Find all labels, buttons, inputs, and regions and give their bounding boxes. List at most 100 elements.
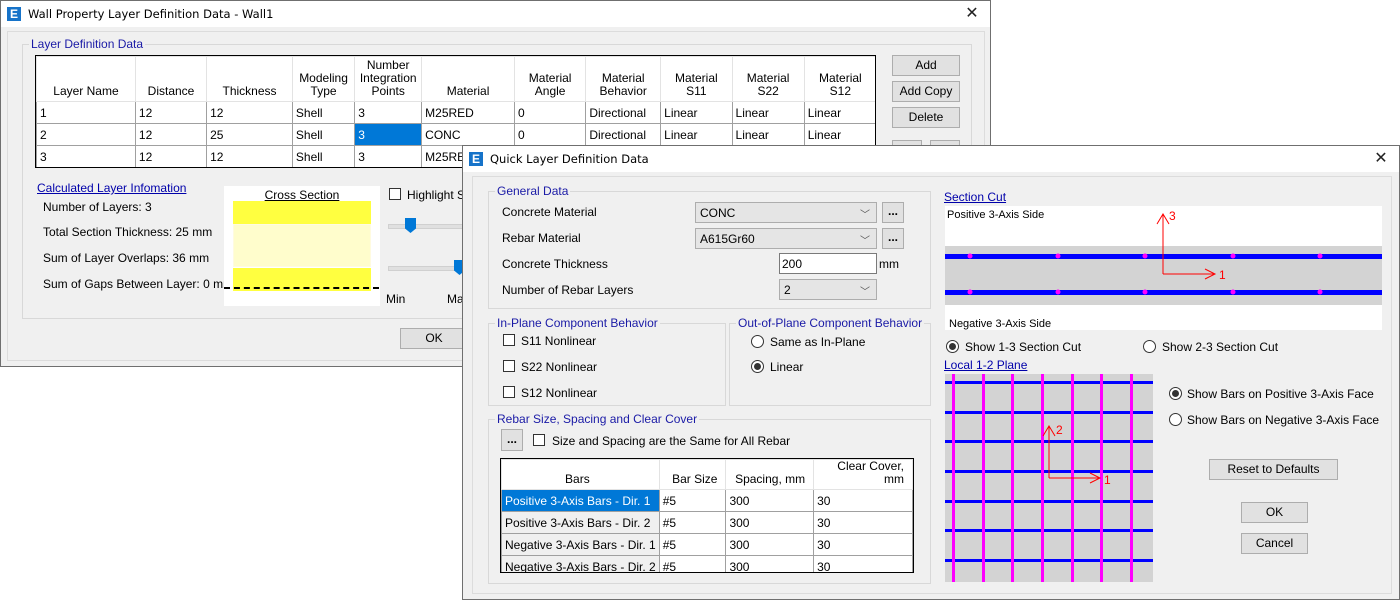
close-icon[interactable]: ✕ [1371,149,1391,169]
table-cell[interactable]: 30 [813,533,913,556]
table-cell[interactable]: 30 [813,555,913,572]
column-header[interactable]: Bar Size [658,459,727,490]
reset-defaults-button[interactable]: Reset to Defaults [1209,459,1338,480]
column-header[interactable]: Thickness [206,56,293,102]
column-header[interactable]: Material [421,56,515,102]
column-header[interactable]: Spacing, mm [725,459,815,490]
row-header-cell[interactable]: Negative 3-Axis Bars - Dir. 1 [501,533,660,556]
add-button[interactable]: Add [892,55,960,76]
table-cell[interactable]: #5 [658,511,727,534]
rebar-row[interactable]: Negative 3-Axis Bars - Dir. 1 #5 300 30 [501,533,913,556]
quick-cancel-button[interactable]: Cancel [1241,533,1308,554]
table-cell[interactable]: M25RED [421,101,515,124]
close-icon[interactable]: ✕ [962,4,982,24]
table-cell[interactable]: Directional [585,123,662,146]
column-header[interactable]: Clear Cover, mm [813,459,913,490]
wall-ok-button[interactable]: OK [400,328,468,349]
table-cell[interactable]: CONC [421,123,515,146]
same-for-all-rebar-checkbox[interactable] [533,434,545,446]
table-cell[interactable]: 0 [513,123,587,146]
linear-radio[interactable] [751,360,764,373]
highlight-checkbox[interactable] [389,188,401,200]
delete-button[interactable]: Delete [892,107,960,128]
rebar-layers-dropdown[interactable]: 2 ﹀ [779,279,877,300]
concrete-material-ellipsis-button[interactable]: ... [882,202,904,223]
add-copy-button[interactable]: Add Copy [892,81,960,102]
s22-nonlinear-checkbox[interactable] [503,360,515,372]
table-cell[interactable]: Linear [731,123,805,146]
table-cell[interactable]: Linear [803,123,875,146]
table-cell[interactable]: 300 [725,511,815,534]
rebar-material-dropdown[interactable]: A615Gr60 ﹀ [695,228,877,249]
column-header[interactable]: Material S11 [660,56,733,102]
table-cell[interactable]: #5 [658,489,727,512]
table-cell[interactable]: Linear [660,123,733,146]
table-cell[interactable]: 12 [206,101,293,124]
column-header[interactable]: Material Angle [513,56,587,102]
table-cell[interactable]: 1 [36,101,136,124]
table-cell[interactable]: 3 [354,145,423,167]
row-header-cell[interactable]: Positive 3-Axis Bars - Dir. 1 [501,489,660,512]
quick-dialog-titlebar[interactable]: E Quick Layer Definition Data ✕ [463,146,1399,172]
concrete-material-dropdown[interactable]: CONC ﹀ [695,202,877,223]
column-header[interactable]: Material Behavior [585,56,662,102]
row-header-cell[interactable]: Negative 3-Axis Bars - Dir. 2 [501,555,660,572]
table-cell[interactable]: #5 [658,533,727,556]
s11-nonlinear-checkbox[interactable] [503,334,515,346]
table-row[interactable]: 2 12 25 Shell 3 CONC 0 Directional Linear Linear L… [36,123,875,146]
rebar-material-ellipsis-button[interactable]: ... [882,228,904,249]
table-cell[interactable]: Shell [291,123,356,146]
column-header[interactable]: Bars [501,459,660,490]
rebar-ellipsis-button[interactable]: ... [501,429,523,451]
table-cell[interactable]: 30 [813,511,913,534]
table-row[interactable]: 1 12 12 Shell 3 M25RED 0 Directional Linear Linea… [36,101,875,124]
max-slider[interactable] [388,258,465,278]
column-header[interactable]: Number Integration Points [354,56,423,102]
table-cell[interactable]: Directional [585,101,662,124]
rebar-row[interactable]: Positive 3-Axis Bars - Dir. 1 #5 300 30 [501,489,913,512]
table-cell[interactable]: 300 [725,533,815,556]
table-cell[interactable]: 12 [134,145,208,167]
table-cell[interactable]: Shell [291,145,356,167]
local-12-plane-link[interactable]: Local 1-2 Plane [944,358,1027,372]
column-header[interactable]: Modeling Type [291,56,356,102]
table-cell[interactable]: 0 [513,101,587,124]
table-cell[interactable]: Linear [731,101,805,124]
show-13-section-radio[interactable] [946,340,959,353]
table-cell[interactable]: 12 [134,101,208,124]
table-cell[interactable]: 3 [354,123,423,146]
min-slider[interactable] [388,216,464,236]
slider-thumb[interactable] [405,218,416,233]
rebar-row[interactable]: Positive 3-Axis Bars - Dir. 2 #5 300 30 [501,511,913,534]
table-cell[interactable]: Linear [803,101,875,124]
calculated-layer-info-link[interactable]: Calculated Layer Infomation [37,181,186,195]
column-header[interactable]: Material S12 [803,56,875,102]
table-cell[interactable]: #5 [658,555,727,572]
column-header[interactable]: Material S22 [731,56,805,102]
s12-nonlinear-checkbox[interactable] [503,386,515,398]
table-cell[interactable]: 25 [206,123,293,146]
table-cell[interactable]: 30 [813,489,913,512]
concrete-thickness-input[interactable]: 200 [779,253,877,274]
table-cell[interactable]: 3 [354,101,423,124]
row-header-cell[interactable]: Positive 3-Axis Bars - Dir. 2 [501,511,660,534]
rebar-row[interactable]: Negative 3-Axis Bars - Dir. 2 #5 300 30 [501,555,913,572]
table-cell[interactable]: Linear [660,101,733,124]
show-23-section-radio[interactable] [1143,340,1156,353]
table-cell[interactable]: 12 [206,145,293,167]
table-cell[interactable]: 300 [725,489,815,512]
negative-face-radio[interactable] [1169,413,1182,426]
column-header[interactable]: Distance [134,56,208,102]
table-cell[interactable]: 3 [36,145,136,167]
table-cell[interactable]: Shell [291,101,356,124]
table-cell[interactable]: 12 [134,123,208,146]
quick-ok-button[interactable]: OK [1241,502,1308,523]
same-as-inplane-radio[interactable] [751,335,764,348]
column-header[interactable]: Layer Name [36,56,136,102]
concrete-thickness-label: Concrete Thickness [502,257,608,271]
table-cell[interactable]: 2 [36,123,136,146]
table-cell[interactable]: 300 [725,555,815,572]
wall-dialog-titlebar[interactable]: E Wall Property Layer Definition Data - … [1,1,990,27]
positive-face-radio[interactable] [1169,387,1182,400]
section-cut-link[interactable]: Section Cut [944,190,1006,204]
